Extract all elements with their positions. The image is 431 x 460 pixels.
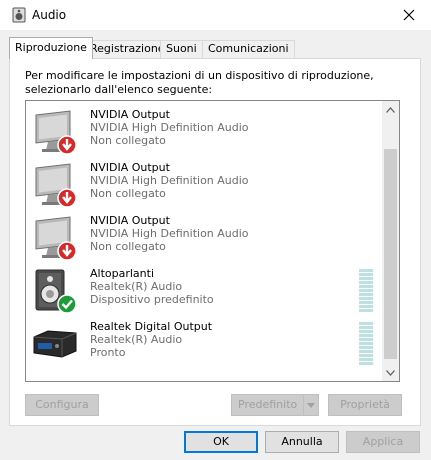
device-status: Non collegato (90, 240, 166, 253)
cancel-button[interactable]: Annulla (265, 431, 339, 453)
device-name: Realtek Digital Output (90, 320, 213, 333)
scroll-down-button[interactable] (382, 364, 399, 381)
list-item[interactable]: Altoparlanti Realtek(R) Audio Dispositiv… (26, 264, 382, 316)
list-item[interactable]: NVIDIA Output NVIDIA High Definition Aud… (26, 158, 382, 210)
tab-panel: Per modificare le impostazioni di un dis… (9, 58, 421, 426)
tab-suoni[interactable]: Suoni (160, 40, 203, 58)
chevron-down-icon (307, 402, 315, 408)
properties-button[interactable]: Proprietà (328, 394, 402, 416)
device-driver: Realtek(R) Audio (90, 280, 183, 293)
list-item[interactable]: Realtek Digital Output Realtek(R) Audio … (26, 317, 382, 369)
close-button[interactable] (387, 0, 431, 30)
set-default-label: Predefinito (238, 398, 298, 411)
list-item[interactable]: NVIDIA Output NVIDIA High Definition Aud… (26, 105, 382, 157)
tab-comunicazioni[interactable]: Comunicazioni (202, 40, 295, 58)
list-item[interactable]: NVIDIA Output NVIDIA High Definition Aud… (26, 211, 382, 263)
monitor-icon (35, 110, 77, 155)
device-name: Altoparlanti (90, 267, 155, 280)
device-status: Dispositivo predefinito (90, 293, 214, 306)
speaker-icon (12, 7, 26, 23)
device-info: NVIDIA Output NVIDIA High Definition Aud… (90, 214, 249, 253)
device-info: NVIDIA Output NVIDIA High Definition Aud… (90, 161, 249, 200)
set-default-button[interactable]: Predefinito (231, 394, 319, 416)
device-driver: Realtek(R) Audio (90, 333, 183, 346)
vertical-scrollbar[interactable] (382, 101, 399, 381)
device-info: NVIDIA Output NVIDIA High Definition Aud… (90, 108, 249, 147)
device-driver: NVIDIA High Definition Audio (90, 227, 249, 240)
monitor-icon (35, 216, 77, 261)
device-status: Non collegato (90, 134, 166, 147)
monitor-icon (35, 163, 77, 208)
device-info: Altoparlanti Realtek(R) Audio Dispositiv… (90, 267, 214, 306)
device-driver: NVIDIA High Definition Audio (90, 121, 249, 134)
close-icon (403, 9, 415, 21)
ok-button[interactable]: OK (184, 431, 258, 453)
window-title: Audio (32, 8, 67, 22)
tab-riproduzione[interactable]: Riproduzione (9, 37, 93, 59)
apply-button[interactable]: Applica (346, 431, 420, 453)
volume-level-meter (359, 269, 373, 312)
device-info: Realtek Digital Output Realtek(R) Audio … (90, 320, 212, 359)
device-status: Pronto (90, 346, 126, 359)
title-bar: Audio (0, 0, 431, 30)
disconnected-icon (57, 241, 77, 261)
set-default-dropdown[interactable] (303, 395, 318, 415)
device-name: NVIDIA Output (90, 161, 170, 174)
disconnected-icon (57, 188, 77, 208)
speaker-icon (35, 269, 77, 314)
device-list[interactable]: NVIDIA Output NVIDIA High Definition Aud… (25, 100, 400, 382)
device-status: Non collegato (90, 187, 166, 200)
configure-button[interactable]: Configura (25, 394, 99, 416)
scroll-up-button[interactable] (382, 101, 399, 118)
disconnected-icon (57, 135, 77, 155)
chevron-down-icon (386, 369, 395, 376)
tab-registrazione[interactable]: Registrazione (84, 40, 171, 58)
device-driver: NVIDIA High Definition Audio (90, 174, 249, 187)
default-check-icon (57, 294, 77, 314)
volume-level-meter (359, 322, 373, 365)
instruction-text: Per modificare le impostazioni di un dis… (25, 69, 374, 96)
chevron-up-icon (386, 106, 395, 113)
scroll-thumb[interactable] (384, 149, 397, 359)
device-name: NVIDIA Output (90, 214, 170, 227)
device-name: NVIDIA Output (90, 108, 170, 121)
digital-output-icon (33, 330, 77, 358)
